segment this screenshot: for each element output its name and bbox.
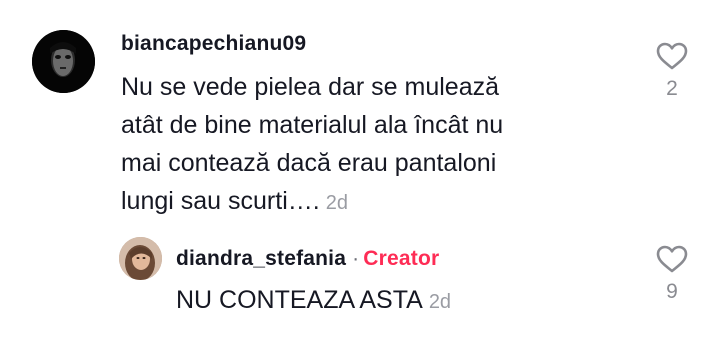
like-control: 2 — [652, 41, 692, 101]
comment-username[interactable]: biancapechianu09 — [121, 32, 306, 56]
avatar-image — [32, 30, 95, 93]
reply-text: NU CONTEAZA ASTA — [176, 286, 423, 314]
avatar[interactable] — [32, 30, 95, 93]
creator-badge: Creator — [363, 247, 440, 270]
comment-text-line: Nu se vede pielea dar se mulează — [121, 73, 500, 101]
reply-avatar[interactable] — [119, 237, 162, 280]
reply-username[interactable]: diandra_stefania — [176, 247, 346, 270]
reply-like-count: 9 — [666, 280, 678, 303]
heart-outline-icon[interactable] — [652, 41, 692, 71]
reply-avatar-image — [119, 237, 162, 280]
like-count: 2 — [666, 77, 678, 100]
comment-text-line: lungi sau scurti…. — [121, 187, 320, 215]
comment-text: Nu se vede pielea dar se mulează atât de… — [121, 68, 611, 222]
heart-outline-icon[interactable] — [652, 244, 692, 274]
reply-header: diandra_stefania · Creator — [176, 247, 439, 271]
reply-like-control: 9 — [652, 244, 692, 304]
reply-timestamp: 2d — [428, 291, 452, 313]
reply-text-row: NU CONTEAZA ASTA 2d — [176, 281, 596, 321]
comment-text-line-last: lungi sau scurti…. 2d — [121, 182, 611, 222]
separator-dot: · — [352, 247, 360, 270]
comment-text-line: mai contează dacă erau pantaloni — [121, 149, 497, 177]
comment-text-line: atât de bine materialul ala încât nu — [121, 111, 504, 139]
comment-timestamp: 2d — [325, 192, 348, 214]
